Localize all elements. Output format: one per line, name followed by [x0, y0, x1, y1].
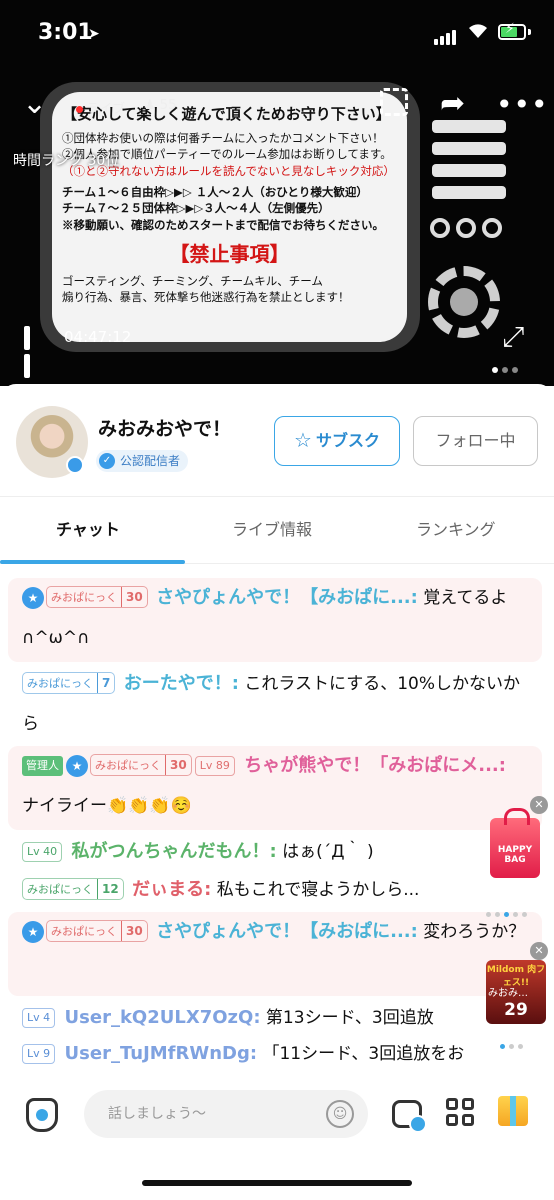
tv-vent: [432, 186, 506, 199]
tab-live-info[interactable]: ライブ情報: [232, 516, 312, 540]
stream-rules-screen: 【安心して楽しく遊んで頂くためお守り下さい】 ①団体枠お使いの際は何番チームに入…: [52, 92, 407, 342]
tv-knobs: [430, 218, 508, 242]
chat-username[interactable]: User_TuJMfRWnDg:: [65, 1043, 258, 1064]
verified-badge-icon: [66, 456, 84, 474]
chat-message: 管理人 ★ みおぱにっく 30 Lv 89 ちゃが熊やで！「みおぱにメ...: ナイライ…: [8, 746, 542, 830]
promo-dots: [486, 902, 531, 921]
tab-chat[interactable]: チャット: [56, 516, 120, 540]
fan-badge: みおぱにっく 30: [46, 586, 148, 608]
level-badge: Lv 9: [22, 1044, 56, 1064]
shield-icon[interactable]: [26, 1098, 58, 1132]
chat-message: ★ みおぱにっく 30 さやぴょんやで！【みおぱに...: 覚えてるよ∩^ω^∩: [8, 578, 542, 662]
chat-text: はぁ(´Д｀ ): [276, 842, 374, 862]
fes-name: みおみ…: [488, 988, 528, 999]
chat-text: 変わろうか？: [417, 922, 526, 942]
chat-username[interactable]: だぃまる:: [132, 879, 211, 900]
share-icon[interactable]: ➦: [440, 86, 465, 121]
fan-badge: みおぱにっく 12: [22, 878, 124, 900]
happy-bag-label: HAPPY BAG: [497, 845, 533, 865]
check-icon: ✓: [99, 453, 115, 469]
carousel-dots: [488, 358, 518, 377]
close-icon[interactable]: ✕: [530, 942, 548, 960]
tab-indicator: [0, 560, 185, 564]
comment-settings-icon[interactable]: [392, 1100, 427, 1133]
level-badge: Lv 40: [22, 842, 63, 862]
pip-icon[interactable]: [380, 88, 408, 116]
fan-badge: みおぱにっく 30: [46, 920, 148, 942]
gear-icon: [428, 266, 500, 338]
chat-username[interactable]: さやぴょんやで！【みおぱに...:: [156, 921, 418, 942]
pause-icon[interactable]: [24, 326, 46, 378]
rules-line: ゴースティング、チーミング、チームキル、チーム: [62, 273, 323, 288]
chat-text: 私もこれで寝ようかしら...: [211, 880, 420, 900]
verified-label: ✓ 公認配信者: [96, 450, 189, 472]
home-indicator: [142, 1180, 412, 1186]
rules-line: 煽り行為、暴言、死体撃ち他迷惑行為を禁止とします！: [62, 290, 350, 305]
chat-text: 第13シード、3回追放: [260, 1008, 434, 1028]
meat-fes-card[interactable]: Mildom 肉フェス!! みおみ… 29: [486, 960, 546, 1024]
chat-username[interactable]: さやぴょんやで！【みおぱに...:: [156, 587, 418, 608]
battery-icon: ⚡: [498, 21, 526, 40]
chat-message: みおぱにっく 12 だぃまる: 私もこれで寝ようかしら...: [8, 870, 542, 910]
level-badge: Lv 89: [194, 756, 235, 776]
level-badge: Lv 4: [22, 1008, 56, 1028]
chat-message: Lv 9 User_TuJMfRWnDg: 「11シード、3回追放をお: [8, 1034, 542, 1064]
crown-icon: ★: [22, 587, 44, 609]
chat-list[interactable]: ★ みおぱにっく 30 さやぴょんやで！【みおぱに...: 覚えてるよ∩^ω^∩ み…: [0, 574, 554, 1064]
chat-input[interactable]: 話しましょう～ ☺: [84, 1090, 368, 1138]
signal-icon: [434, 26, 458, 45]
rules-line: ①団体枠お使いの際は何番チームに入ったかコメント下さい！: [62, 130, 384, 145]
fes-count: 29: [504, 1000, 528, 1020]
bottom-bar: 話しましょう～ ☺: [0, 1078, 554, 1150]
chat-text: ナイライー👏👏👏☺️: [22, 796, 192, 816]
close-icon[interactable]: ✕: [530, 796, 548, 814]
follow-button[interactable]: フォロー中: [413, 416, 538, 466]
chat-username[interactable]: おーたやで！:: [124, 673, 239, 694]
wifi-icon: [466, 20, 490, 44]
moderator-badge: 管理人: [22, 756, 63, 776]
live-indicator: ライブ: [76, 98, 125, 117]
video-player[interactable]: 3:01 ➤ ⚡ 【安心して楽しく遊んで頂くためお守り下さい】 ①団体枠お使いの…: [0, 0, 554, 386]
promo-dots: [500, 1034, 527, 1053]
tv-vent: [432, 120, 506, 133]
gift-icon[interactable]: [498, 1096, 528, 1126]
fan-badge: みおぱにっく 30: [90, 754, 192, 776]
chat-message: みおぱにっく 7 おーたやで！: これラストにする、10%しかないから: [8, 664, 542, 744]
location-icon: ➤: [88, 26, 100, 42]
chat-message: Lv 40 私がつんちゃんだもん！: はぁ(´Д｀ ): [8, 832, 542, 872]
chat-message: ★ みおぱにっく 30 さやぴょんやで！【みおぱに...: 変わろうか？: [8, 912, 542, 996]
tab-ranking[interactable]: ランキング: [416, 516, 496, 540]
tv-vent: [432, 142, 506, 155]
crown-icon: ★: [66, 755, 88, 777]
streamer-name[interactable]: みおみおやで！: [98, 414, 231, 441]
status-bar: 3:01 ➤ ⚡: [0, 0, 554, 70]
viewer-count: ♟ 55: [144, 98, 177, 113]
chat-username[interactable]: User_kQ2ULX7OzQ:: [65, 1007, 261, 1028]
more-icon[interactable]: •••: [496, 88, 549, 121]
status-time: 3:01: [38, 20, 93, 45]
rules-line: チーム７～２５団体枠▷▶▷３人～４人（左側優先）: [62, 201, 330, 216]
grid-icon[interactable]: [446, 1098, 476, 1128]
tab-bar: チャット ライブ情報 ランキング: [0, 502, 554, 564]
elapsed-time: 04:47:12: [64, 328, 132, 346]
star-icon: ☆: [294, 428, 312, 452]
chat-username[interactable]: ちゃが熊やで！「みおぱにメ...:: [244, 755, 506, 776]
emoji-icon[interactable]: ☺: [326, 1100, 354, 1128]
subscribe-button[interactable]: ☆ サブスク: [274, 416, 400, 466]
hourly-rank[interactable]: 時間ランク 30位: [13, 150, 119, 170]
expand-icon[interactable]: ⤢: [502, 320, 524, 354]
crown-icon: ★: [22, 921, 44, 943]
chat-username[interactable]: 私がつんちゃんだもん！:: [72, 841, 277, 862]
tv-vent: [432, 164, 506, 177]
rules-line: ※移動願い、確認のためスタートまで配信でお待ちください。: [62, 218, 384, 233]
chat-text: 「11シード、3回追放をお: [257, 1044, 465, 1064]
rules-line: チーム１～６自由枠▷▶▷ １人～２人（おひとり様大歓迎）: [62, 184, 368, 199]
fan-badge: みおぱにっく 7: [22, 672, 116, 694]
rules-heading: 【禁止事項】: [169, 241, 290, 266]
chevron-down-icon[interactable]: ⌄: [22, 88, 54, 120]
chat-message: Lv 4 User_kQ2ULX7OzQ: 第13シード、3回追放: [8, 998, 482, 1038]
